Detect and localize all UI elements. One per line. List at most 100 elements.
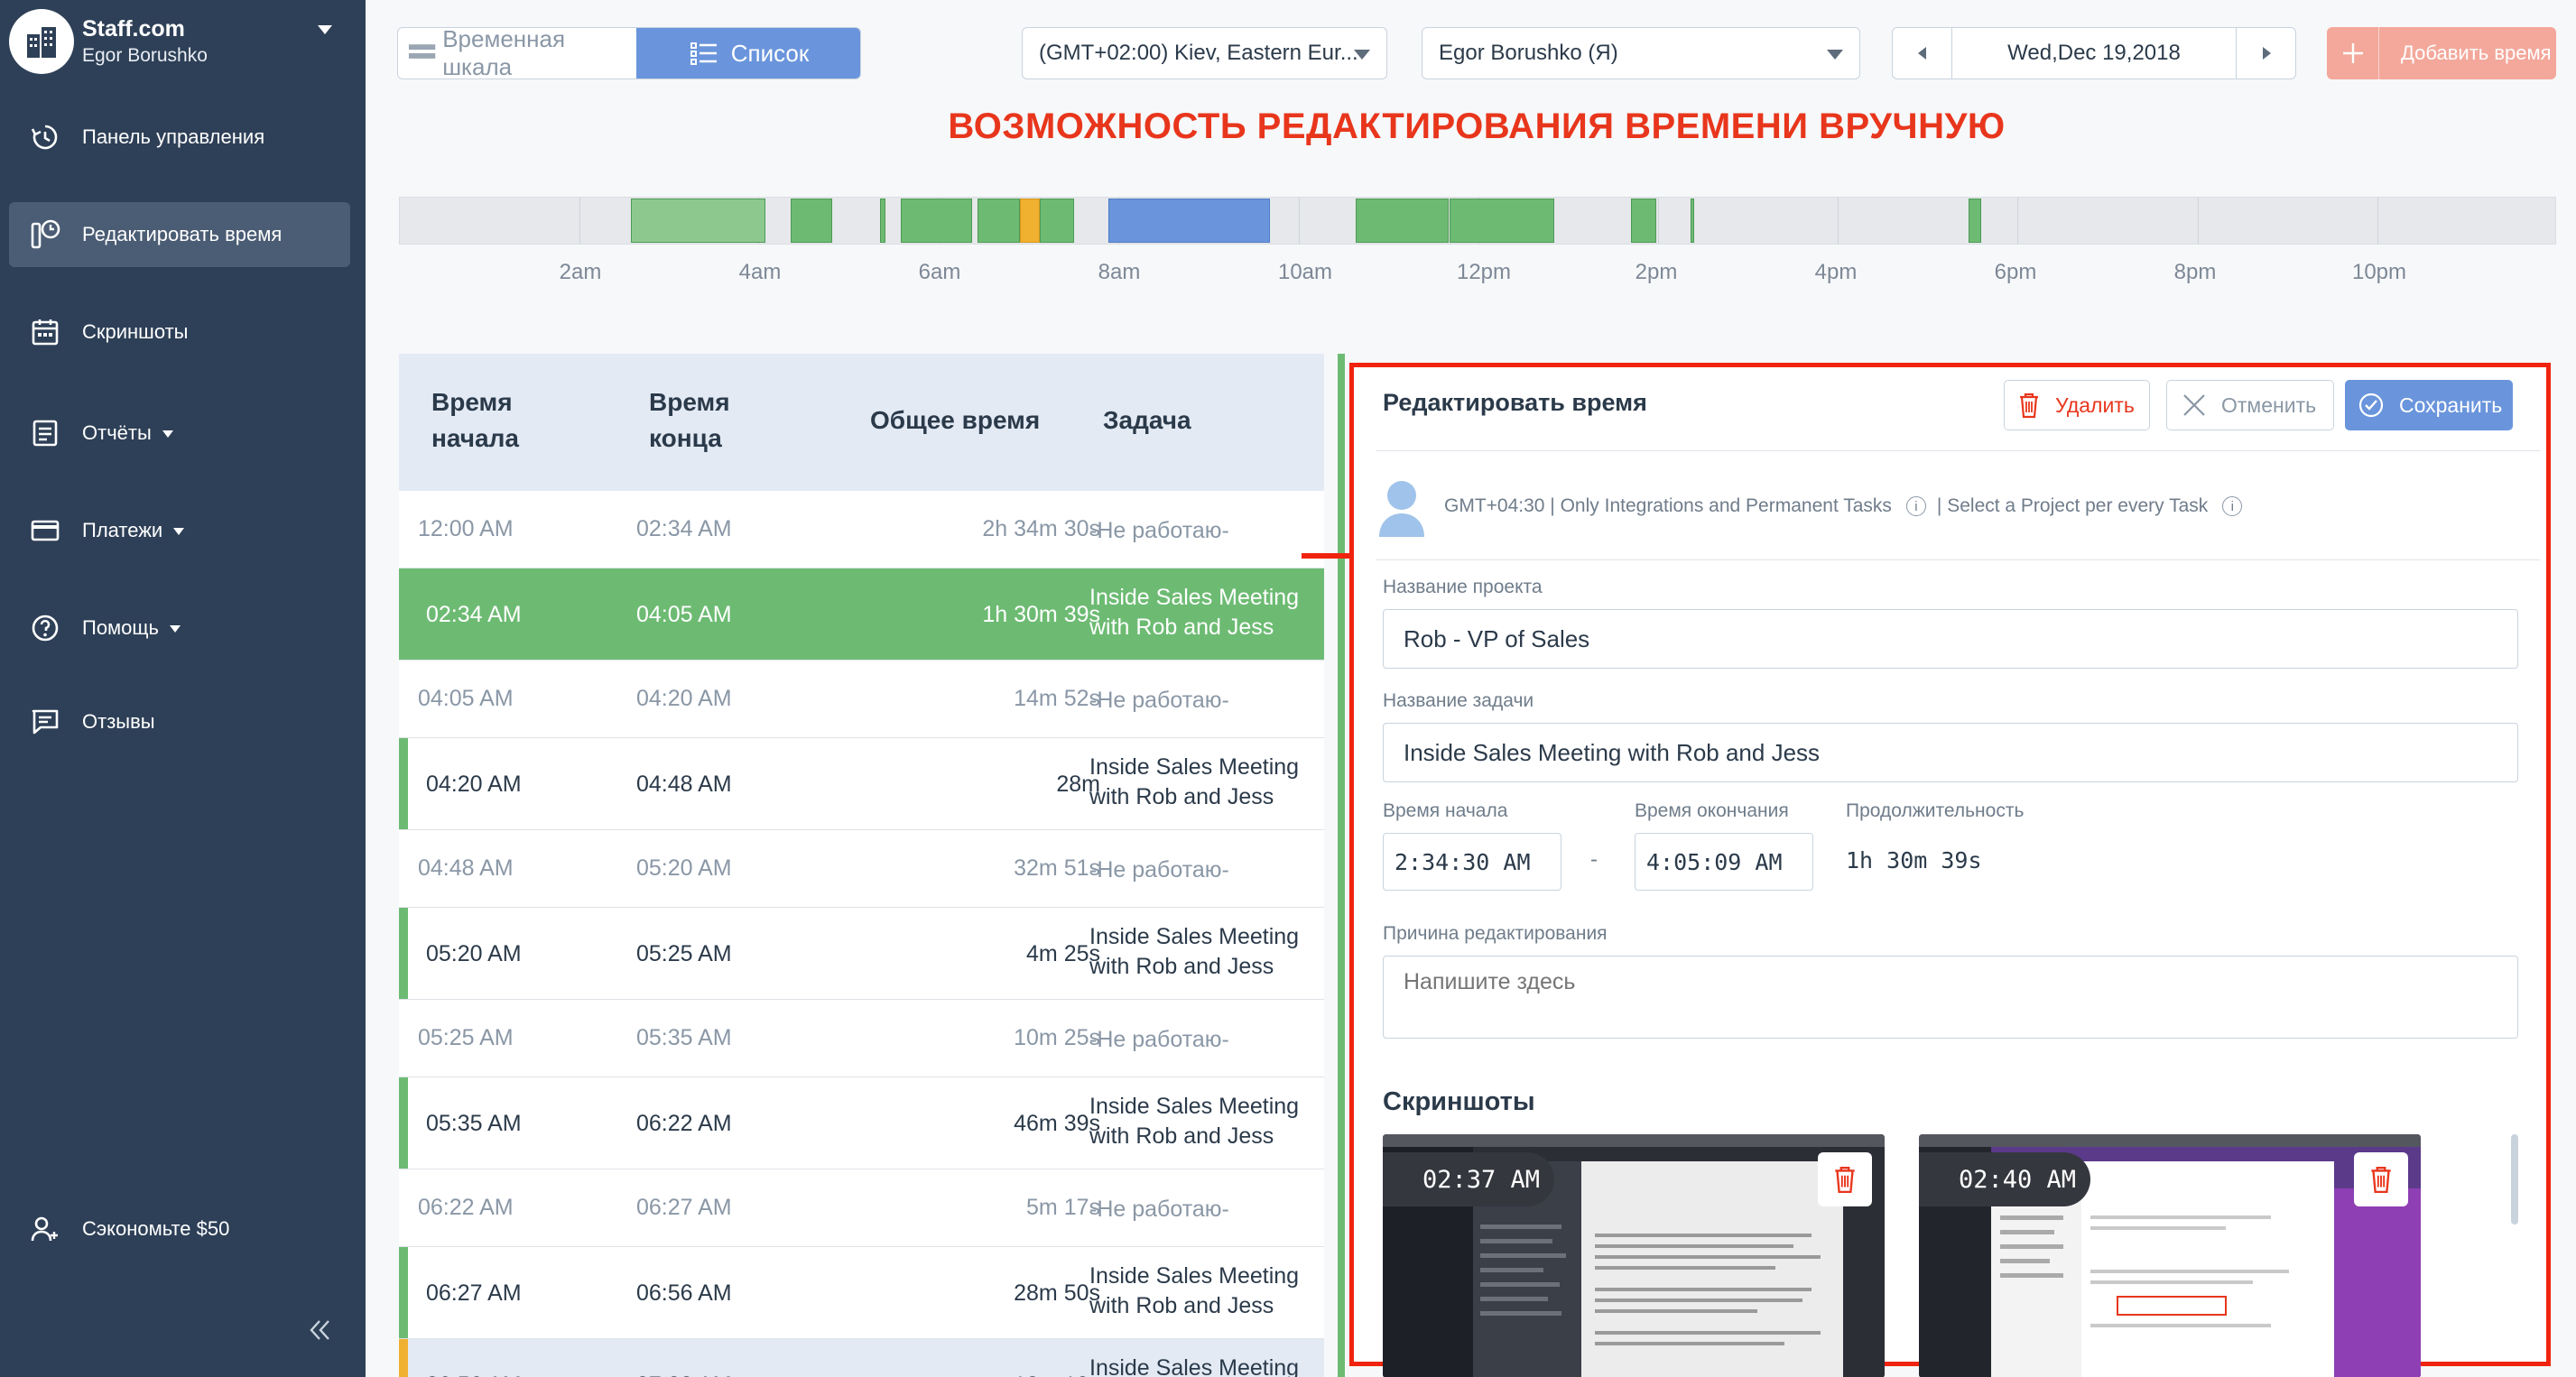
screenshot-time: 02:37 AM [1383, 1152, 1554, 1206]
row-status-bar [399, 1247, 408, 1338]
trash-icon [1835, 1167, 1855, 1194]
delete-screenshot-button[interactable] [2354, 1152, 2408, 1206]
column-header-task[interactable]: Задача [1103, 402, 1283, 439]
company-logo[interactable] [9, 9, 74, 74]
table-row[interactable]: 02:34 AM 04:05 AM 1h 30m 39s Inside Sales M… [399, 568, 1324, 661]
chevron-down-icon [1354, 50, 1370, 60]
timeline-label: 6am [918, 260, 961, 284]
delete-screenshot-button[interactable] [1818, 1152, 1872, 1206]
timeline-segment[interactable] [1356, 199, 1449, 243]
task-field[interactable]: Inside Sales Meeting with Rob and Jess [1383, 723, 2518, 782]
sidebar-item-help[interactable]: Помощь [9, 596, 350, 661]
timeline-segment[interactable] [880, 199, 885, 243]
screenshot-thumbnail[interactable]: 02:37 AM [1383, 1134, 1885, 1377]
edit-time-panel: Редактировать время Удалить Отменить Сох… [1349, 363, 2551, 1377]
date-value[interactable]: Wed,Dec 19,2018 [1952, 28, 2236, 79]
page-title: ВОЗМОЖНОСТЬ РЕДАКТИРОВАНИЯ ВРЕМЕНИ ВРУЧН… [948, 106, 2006, 146]
time-range-dash: - [1590, 847, 1598, 872]
cancel-button[interactable]: Отменить [2166, 380, 2334, 430]
timeline-segment[interactable] [978, 199, 1020, 243]
user-name[interactable]: Egor Borushko [82, 45, 208, 67]
sidebar-item-label: Отзывы [82, 710, 155, 733]
table-row[interactable]: 04:20 AM 04:48 AM 28m Inside Sales Meeting … [399, 738, 1324, 830]
timeline-segment[interactable] [1691, 199, 1694, 243]
screenshot-thumbnail[interactable]: 02:40 AM [1919, 1134, 2421, 1377]
column-header-end[interactable]: Время конца [649, 384, 775, 457]
info-icon[interactable]: i [1905, 496, 1926, 516]
table-row[interactable]: 06:22 AM 06:27 AM 5m 17s -Не работаю- [399, 1169, 1324, 1247]
company-name[interactable]: Staff.com [82, 16, 185, 42]
cancel-label: Отменить [2221, 393, 2317, 417]
timeline-segment[interactable] [901, 199, 972, 243]
sidebar-item-edit-time[interactable]: Редактировать время [9, 202, 350, 267]
table-row[interactable]: 06:27 AM 06:56 AM 28m 50s Inside Sales Meet… [399, 1247, 1324, 1339]
user-select[interactable]: Egor Borushko (Я) [1422, 27, 1860, 79]
timeline-segment[interactable] [1450, 199, 1554, 243]
table-row[interactable]: 04:48 AM 05:20 AM 32m 51s -Не работаю- [399, 830, 1324, 908]
sidebar-item-feedback[interactable]: Отзывы [9, 689, 350, 754]
add-time-button[interactable]: Добавить время [2327, 27, 2556, 79]
project-field[interactable]: Rob - VP of Sales [1383, 609, 2518, 669]
cell-total: 32m 51s [1014, 855, 1100, 881]
timeline-label: 2am [559, 260, 602, 284]
sidebar-item-reports[interactable]: Отчёты [9, 401, 350, 466]
cell-start: 05:25 AM [418, 1025, 514, 1050]
list-view-label: Список [730, 39, 810, 67]
time-entries-table: Время начала Время конца Общее время Зад… [399, 354, 1324, 1377]
timeline-segment-other[interactable] [1020, 199, 1040, 243]
timeline-segment[interactable] [1969, 199, 1981, 243]
list-view-button[interactable]: Список [636, 28, 860, 79]
delete-button[interactable]: Удалить [2004, 380, 2150, 430]
timeline-segment-manual[interactable] [1108, 199, 1270, 243]
start-time-field[interactable]: 2:34:30 AM [1383, 833, 1561, 891]
double-chevron-left-icon[interactable] [303, 1314, 336, 1346]
prev-day-button[interactable] [1893, 28, 1952, 79]
timeline-segment[interactable] [1631, 199, 1656, 243]
end-time-field[interactable]: 4:05:09 AM [1635, 833, 1813, 891]
report-icon [27, 415, 63, 451]
timezone-select[interactable]: (GMT+02:00) Kiev, Eastern Eur... [1022, 27, 1387, 79]
next-day-button[interactable] [2236, 28, 2295, 79]
sidebar-item-save-50[interactable]: Сэкономьте $50 [9, 1197, 350, 1261]
table-row[interactable]: 05:20 AM 05:25 AM 4m 25s Inside Sales Meeti… [399, 908, 1324, 1000]
screenshots-scrollbar[interactable] [2511, 1134, 2518, 1225]
sidebar-item-dashboard[interactable]: Панель управления [9, 105, 350, 170]
table-row[interactable]: 04:05 AM 04:20 AM 14m 52s -Не работаю- [399, 661, 1324, 738]
timeline-view-button[interactable]: Временная шкала [398, 28, 636, 79]
column-header-start[interactable]: Время начала [431, 384, 558, 457]
timeline-segment[interactable] [791, 199, 832, 243]
sidebar-item-label: Редактировать время [82, 223, 283, 245]
view-toggle: Временная шкала Список [397, 27, 861, 79]
timeline-label: 10am [1277, 260, 1333, 284]
table-row[interactable]: 06:56 AM 07:00 AM 13m 19sInside Sales Meet… [399, 1339, 1324, 1377]
save-button[interactable]: Сохранить [2345, 380, 2513, 430]
timeline-segment-selected[interactable] [631, 199, 765, 243]
cell-task: Inside Sales Meeting with Rob and Jess [1089, 1094, 1300, 1149]
start-time-label: Время начала [1383, 800, 1508, 821]
cell-end: 05:35 AM [636, 1025, 732, 1050]
cell-total: 14m 52s [1014, 686, 1100, 711]
table-row[interactable]: 05:35 AM 06:22 AM 46m 39s Inside Sales Meet… [399, 1077, 1324, 1169]
table-row[interactable]: 12:00 AM 02:34 AM 2h 34m 30s -Не работаю- [399, 491, 1324, 568]
user-select-value: Egor Borushko (Я) [1439, 41, 1618, 65]
triangle-right-icon [2262, 47, 2271, 60]
duration-label: Продолжительность [1846, 800, 2025, 821]
cell-start: 06:56 AM [426, 1372, 522, 1377]
building-icon [27, 27, 56, 58]
account-caret-icon[interactable] [318, 25, 332, 34]
column-header-total[interactable]: Общее время [870, 402, 1069, 439]
info-icon[interactable]: i [2222, 496, 2243, 516]
timeline-bar[interactable] [399, 197, 2556, 245]
timeline-label: 6pm [1994, 260, 2037, 284]
cell-task: -Не работаю- [1089, 1027, 1229, 1052]
sidebar-item-payments[interactable]: Платежи [9, 498, 350, 563]
table-row[interactable]: 05:25 AM 05:35 AM 10m 25s -Не работаю- [399, 1000, 1324, 1077]
triangle-left-icon [1917, 47, 1926, 60]
close-icon [2183, 394, 2205, 416]
screenshot-time: 02:40 AM [1919, 1152, 2090, 1206]
cell-start: 12:00 AM [418, 516, 514, 541]
cell-start: 06:22 AM [418, 1195, 514, 1220]
reason-field[interactable] [1383, 956, 2518, 1039]
timeline-segment[interactable] [1040, 199, 1074, 243]
sidebar-item-screenshots[interactable]: Скриншоты [9, 300, 350, 365]
